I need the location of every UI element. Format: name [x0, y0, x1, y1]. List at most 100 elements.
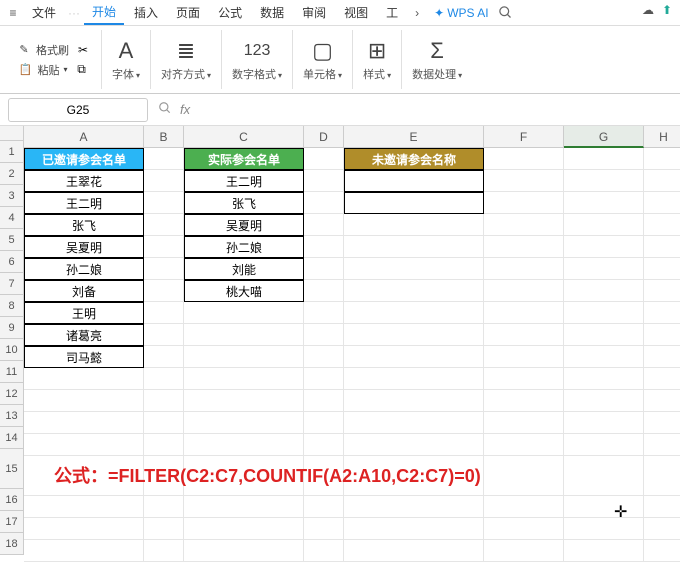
menu-page[interactable]: 页面 — [168, 1, 208, 24]
cell-c1-header[interactable]: 实际参会名单 — [184, 148, 304, 170]
cell-G13[interactable] — [564, 412, 644, 434]
cell-a7[interactable]: 刘备 — [24, 280, 144, 302]
cell-a6[interactable]: 孙二娘 — [24, 258, 144, 280]
cell-H14[interactable] — [644, 434, 680, 456]
cell-E14[interactable] — [344, 434, 484, 456]
cell-H4[interactable] — [644, 214, 680, 236]
cell-F12[interactable] — [484, 390, 564, 412]
cell-a5[interactable]: 吴夏明 — [24, 236, 144, 258]
menu-formula[interactable]: 公式 — [210, 1, 250, 24]
cell-E18[interactable] — [344, 540, 484, 562]
menu-file[interactable]: 文件 — [24, 1, 64, 24]
cell-F15[interactable] — [484, 456, 564, 496]
col-header-F[interactable]: F — [484, 126, 564, 148]
col-header-E[interactable]: E — [344, 126, 484, 148]
row-header-8[interactable]: 8 — [0, 295, 24, 317]
formula-input[interactable] — [198, 99, 618, 121]
cell-H8[interactable] — [644, 302, 680, 324]
cell-D6[interactable] — [304, 258, 344, 280]
cell-E7[interactable] — [344, 280, 484, 302]
cell-G3[interactable] — [564, 192, 644, 214]
col-header-D[interactable]: D — [304, 126, 344, 148]
cell-B7[interactable] — [144, 280, 184, 302]
cell-a3[interactable]: 王二明 — [24, 192, 144, 214]
cell-E11[interactable] — [344, 368, 484, 390]
cell-H1[interactable] — [644, 148, 680, 170]
cell-D2[interactable] — [304, 170, 344, 192]
cell-a9[interactable]: 诸葛亮 — [24, 324, 144, 346]
cell-A12[interactable] — [24, 390, 144, 412]
cell-G11[interactable] — [564, 368, 644, 390]
cell-C16[interactable] — [184, 496, 304, 518]
cell-a10[interactable]: 司马懿 — [24, 346, 144, 368]
fx-icon[interactable]: fx — [180, 102, 190, 117]
paste-button[interactable]: 📋 粘贴 ▾ — [17, 62, 67, 78]
cell-F4[interactable] — [484, 214, 564, 236]
cell-H18[interactable] — [644, 540, 680, 562]
cell-H11[interactable] — [644, 368, 680, 390]
cell-E16[interactable] — [344, 496, 484, 518]
cell-G15[interactable] — [564, 456, 644, 496]
cell-B17[interactable] — [144, 518, 184, 540]
cell-C10[interactable] — [184, 346, 304, 368]
cell-e1-header[interactable]: 未邀请参会名称 — [344, 148, 484, 170]
menu-tools[interactable]: 工 — [378, 1, 406, 24]
cell-c3[interactable]: 张飞 — [184, 192, 304, 214]
chevron-right-icon[interactable]: › — [408, 4, 426, 22]
cell-C8[interactable] — [184, 302, 304, 324]
cell-C17[interactable] — [184, 518, 304, 540]
cell-D12[interactable] — [304, 390, 344, 412]
cell-C14[interactable] — [184, 434, 304, 456]
format-brush-button[interactable]: ✎ 格式刷 — [16, 42, 69, 58]
menu-start[interactable]: 开始 — [84, 0, 124, 25]
upload-icon[interactable]: ⬆ — [662, 3, 672, 17]
search-icon[interactable] — [497, 4, 515, 22]
cell-G1[interactable] — [564, 148, 644, 170]
cell-E9[interactable] — [344, 324, 484, 346]
cell-c2[interactable]: 王二明 — [184, 170, 304, 192]
cell-H13[interactable] — [644, 412, 680, 434]
cell-a1-header[interactable]: 已邀请参会名单 — [24, 148, 144, 170]
row-header-11[interactable]: 11 — [0, 361, 24, 383]
cell-F8[interactable] — [484, 302, 564, 324]
cell-H12[interactable] — [644, 390, 680, 412]
cell-H17[interactable] — [644, 518, 680, 540]
cell-B18[interactable] — [144, 540, 184, 562]
row-header-5[interactable]: 5 — [0, 229, 24, 251]
font-button[interactable]: A 字体▾ — [112, 38, 140, 82]
cloud-icon[interactable]: ☁ — [642, 3, 654, 17]
cell-H10[interactable] — [644, 346, 680, 368]
cell-A13[interactable] — [24, 412, 144, 434]
cell-F1[interactable] — [484, 148, 564, 170]
row-header-17[interactable]: 17 — [0, 511, 24, 533]
row-header-9[interactable]: 9 — [0, 317, 24, 339]
cell-E5[interactable] — [344, 236, 484, 258]
cell-H7[interactable] — [644, 280, 680, 302]
cell-D1[interactable] — [304, 148, 344, 170]
cell-D14[interactable] — [304, 434, 344, 456]
cell-H9[interactable] — [644, 324, 680, 346]
cell-F5[interactable] — [484, 236, 564, 258]
row-header-4[interactable]: 4 — [0, 207, 24, 229]
cell-C18[interactable] — [184, 540, 304, 562]
cell-F13[interactable] — [484, 412, 564, 434]
row-header-2[interactable]: 2 — [0, 163, 24, 185]
cell-G9[interactable] — [564, 324, 644, 346]
cell-E6[interactable] — [344, 258, 484, 280]
cell-B10[interactable] — [144, 346, 184, 368]
cell-B3[interactable] — [144, 192, 184, 214]
cell-B8[interactable] — [144, 302, 184, 324]
cell-button[interactable]: ▢ 单元格▾ — [303, 38, 342, 82]
cell-G6[interactable] — [564, 258, 644, 280]
cell-c4[interactable]: 吴夏明 — [184, 214, 304, 236]
cell-G16[interactable] — [564, 496, 644, 518]
cell-B14[interactable] — [144, 434, 184, 456]
cell-H6[interactable] — [644, 258, 680, 280]
cell-D11[interactable] — [304, 368, 344, 390]
row-header-7[interactable]: 7 — [0, 273, 24, 295]
cell-D3[interactable] — [304, 192, 344, 214]
cell-H5[interactable] — [644, 236, 680, 258]
row-header-12[interactable]: 12 — [0, 383, 24, 405]
cell-e3[interactable] — [344, 192, 484, 214]
cell-e2[interactable] — [344, 170, 484, 192]
